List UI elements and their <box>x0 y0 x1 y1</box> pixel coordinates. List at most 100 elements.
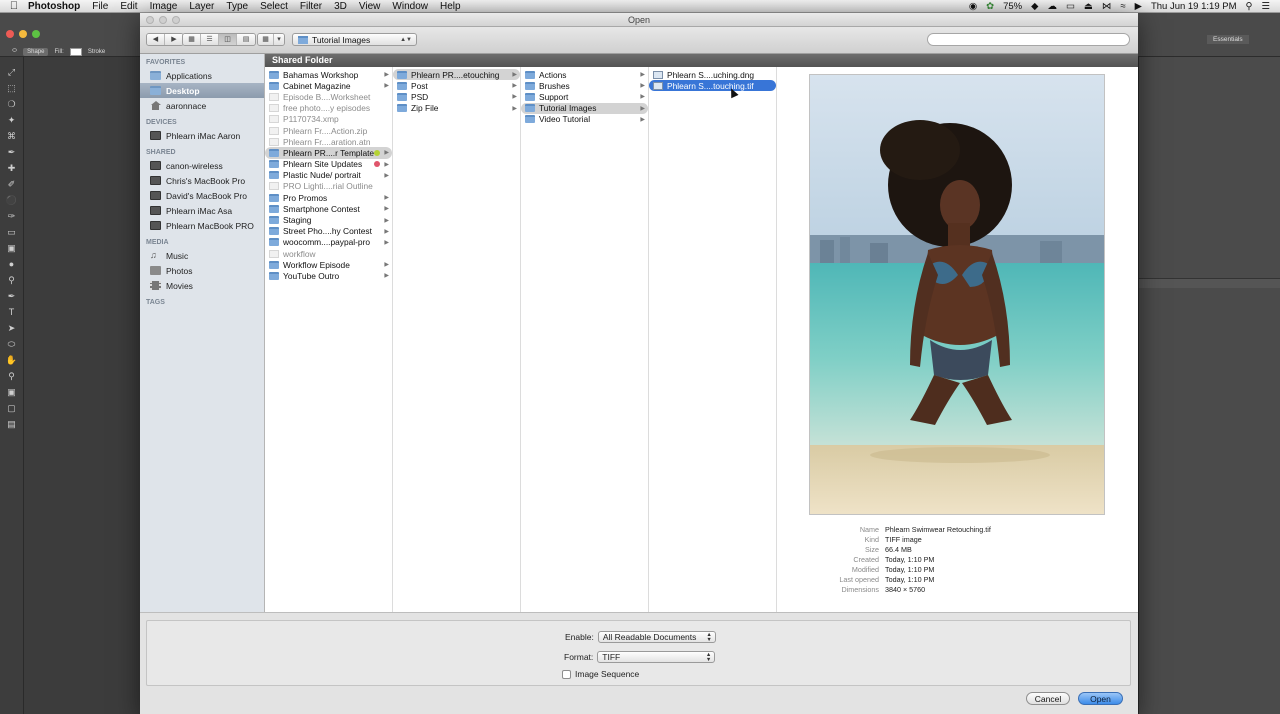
column-view-icon[interactable]: ◫ <box>219 34 237 45</box>
dodge-tool-icon[interactable]: ⚲ <box>6 275 18 286</box>
file-row[interactable]: Episode B....Worksheet <box>265 91 392 102</box>
cloud-icon[interactable]: ☁ <box>1047 1 1057 12</box>
eyedropper-tool-icon[interactable]: ✒ <box>6 147 18 158</box>
menu-file[interactable]: File <box>92 1 108 12</box>
sidebar-item-desktop[interactable]: Desktop <box>140 83 264 98</box>
file-row[interactable]: PRO Lighti....rial Outline <box>265 181 392 192</box>
folder-row[interactable]: Actions ▶ <box>521 69 648 80</box>
image-sequence-label[interactable]: Image Sequence <box>575 669 639 679</box>
display-icon[interactable]: ▭ <box>1066 1 1075 12</box>
list-view-icon[interactable]: ☰ <box>201 34 219 45</box>
wifi-icon[interactable]: ≈ <box>1120 1 1125 12</box>
sidebar-item-phlearn-imac-aaron[interactable]: Phlearn iMac Aaron <box>140 128 264 143</box>
browser-column-1[interactable]: Bahamas Workshop ▶ Cabinet Magazine ▶ Episod… <box>265 67 393 612</box>
enable-select[interactable]: All Readable Documents ▲ ▼ <box>597 631 716 643</box>
folder-row[interactable]: Workflow Episode ▶ <box>265 259 392 270</box>
move-tool-icon[interactable]: ⤢ <box>6 67 18 78</box>
notification-center-icon[interactable]: ☰ <box>1261 1 1270 12</box>
record-icon[interactable]: ◉ <box>969 1 977 12</box>
folder-row[interactable]: Post ▶ <box>393 80 520 91</box>
bluetooth-icon[interactable]: ⋈ <box>1102 1 1112 12</box>
stamp-tool-icon[interactable]: ⚫ <box>6 195 18 206</box>
file-row[interactable]: P1170734.xmp <box>265 114 392 125</box>
dialog-minimize-icon[interactable] <box>159 16 167 24</box>
cover-flow-icon[interactable]: ▤ <box>237 34 255 45</box>
browser-column-2[interactable]: Phlearn PR....etouching ▶ Post ▶ PSD ▶ Zip Fil… <box>393 67 521 612</box>
close-window-icon[interactable] <box>6 30 14 38</box>
folder-row[interactable]: Street Pho....hy Contest ▶ <box>265 226 392 237</box>
eject-icon[interactable]: ⏏ <box>1084 1 1093 12</box>
folder-row[interactable]: Support ▶ <box>521 91 648 102</box>
sidebar-item-canon-wireless[interactable]: canon-wireless <box>140 158 264 173</box>
quick-mask-icon[interactable]: ▢ <box>6 403 18 414</box>
minimize-window-icon[interactable] <box>19 30 27 38</box>
type-tool-icon[interactable]: T <box>6 307 18 318</box>
healing-tool-icon[interactable]: ✚ <box>6 163 18 174</box>
shape-mode-select[interactable]: Shape <box>23 47 49 56</box>
arrange-grid-icon[interactable]: ▦ <box>258 34 274 45</box>
battery-percent[interactable]: 75% <box>1003 1 1022 12</box>
pen-tool-icon[interactable]: ✒ <box>6 291 18 302</box>
folder-row[interactable]: Pro Promos ▶ <box>265 192 392 203</box>
blur-tool-icon[interactable]: ● <box>6 259 18 270</box>
image-sequence-checkbox[interactable] <box>562 669 571 679</box>
folder-row[interactable]: Phlearn PR....etouching ▶ <box>393 69 520 81</box>
browser-column-4[interactable]: Phlearn S....uching.dng Phlearn S....touc… <box>649 67 777 612</box>
evernote-icon[interactable]: ✿ <box>986 1 994 12</box>
apple-menu-icon[interactable]:  <box>0 0 28 12</box>
shape-tool-icon[interactable]: ⬭ <box>12 48 17 55</box>
file-row[interactable]: free photo....y episodes <box>265 103 392 114</box>
history-brush-tool-icon[interactable]: ✑ <box>6 211 18 222</box>
brush-tool-icon[interactable]: ✐ <box>6 179 18 190</box>
sidebar-item-photos[interactable]: Photos <box>140 263 264 278</box>
folder-row[interactable]: PSD ▶ <box>393 91 520 102</box>
file-row[interactable]: Phlearn S....touching.tif <box>649 80 776 92</box>
menu-3d[interactable]: 3D <box>334 1 347 12</box>
menu-image[interactable]: Image <box>150 1 178 12</box>
browser-column-3[interactable]: Actions ▶ Brushes ▶ Support ▶ Tutorial Images ▶… <box>521 67 649 612</box>
sidebar-item-movies[interactable]: Movies <box>140 278 264 293</box>
fill-swatch[interactable] <box>69 47 82 56</box>
color-swatches-icon[interactable]: ▣ <box>6 387 18 398</box>
folder-row[interactable]: Bahamas Workshop ▶ <box>265 69 392 80</box>
menu-view[interactable]: View <box>359 1 381 12</box>
folder-row[interactable]: Staging ▶ <box>265 214 392 225</box>
sidebar-item-phlearn-imac-asa[interactable]: Phlearn iMac Asa <box>140 203 264 218</box>
file-row[interactable]: Phlearn Fr....aration.atn <box>265 136 392 147</box>
app-menu-photoshop[interactable]: Photoshop <box>28 1 80 12</box>
back-arrow-icon[interactable]: ◀ <box>147 34 165 45</box>
menu-edit[interactable]: Edit <box>120 1 137 12</box>
volume-icon[interactable]: ▶ <box>1135 1 1142 12</box>
sidebar-item-chris-s-macbook-pro[interactable]: Chris's MacBook Pro <box>140 173 264 188</box>
folder-row[interactable]: Cabinet Magazine ▶ <box>265 80 392 91</box>
lasso-tool-icon[interactable]: ❍ <box>6 99 18 110</box>
quick-select-tool-icon[interactable]: ✦ <box>6 115 18 126</box>
folder-row[interactable]: Phlearn Site Updates ▶ <box>265 159 392 170</box>
clock[interactable]: Thu Jun 19 1:19 PM <box>1151 1 1237 12</box>
folder-row[interactable]: YouTube Outro ▶ <box>265 270 392 281</box>
dropbox-icon[interactable]: ◆ <box>1031 1 1038 12</box>
folder-row[interactable]: Plastic Nude/ portrait ▶ <box>265 170 392 181</box>
ellipse-tool-icon[interactable]: ⬭ <box>6 339 18 350</box>
menu-select[interactable]: Select <box>260 1 288 12</box>
search-input[interactable] <box>927 33 1130 46</box>
menu-window[interactable]: Window <box>392 1 428 12</box>
arrange-chevron-down-icon[interactable]: ▾ <box>274 34 284 45</box>
menu-filter[interactable]: Filter <box>300 1 322 12</box>
sidebar-item-music[interactable]: ♫ Music <box>140 248 264 263</box>
marquee-tool-icon[interactable]: ⬚ <box>6 83 18 94</box>
file-row[interactable]: Phlearn S....uching.dng <box>649 69 776 80</box>
open-button[interactable]: Open <box>1078 692 1123 705</box>
file-row[interactable]: Phlearn Fr....Action.zip <box>265 125 392 136</box>
screen-mode-icon[interactable]: ▤ <box>6 419 18 430</box>
crop-tool-icon[interactable]: ⌘ <box>6 131 18 142</box>
path-select-tool-icon[interactable]: ➤ <box>6 323 18 334</box>
sidebar-item-aaronnace[interactable]: aaronnace <box>140 98 264 113</box>
eraser-tool-icon[interactable]: ▭ <box>6 227 18 238</box>
dialog-close-icon[interactable] <box>146 16 154 24</box>
folder-row[interactable]: Smartphone Contest ▶ <box>265 203 392 214</box>
folder-row[interactable]: Video Tutorial ▶ <box>521 114 648 125</box>
sidebar-item-david-s-macbook-pro[interactable]: David's MacBook Pro <box>140 188 264 203</box>
zoom-tool-icon[interactable]: ⚲ <box>6 371 18 382</box>
hand-tool-icon[interactable]: ✋ <box>6 355 18 366</box>
